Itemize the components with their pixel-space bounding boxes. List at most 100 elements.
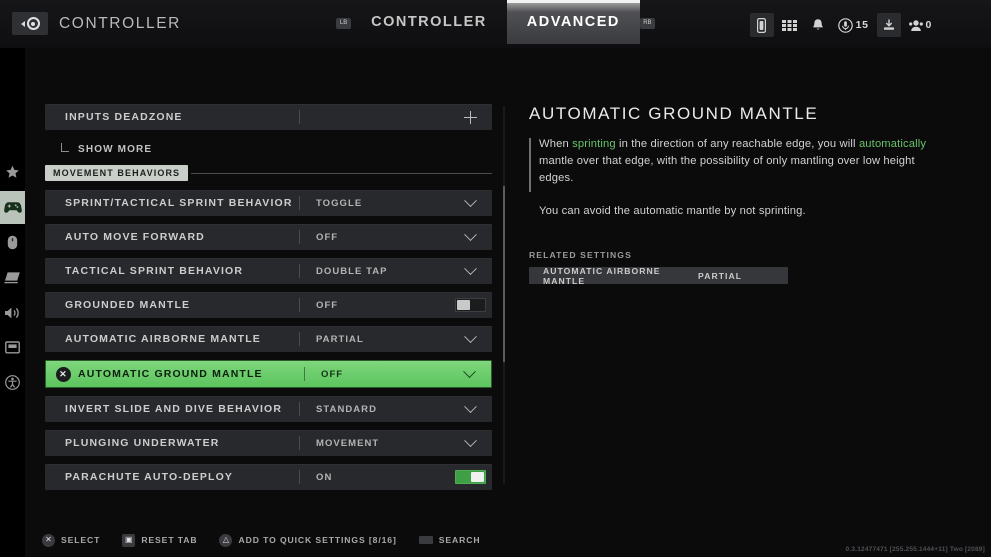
battery-icon[interactable] [749,13,774,37]
download-icon[interactable] [876,13,901,37]
button-touchpad-icon [418,536,433,544]
right-bumper-label: RB [643,20,652,26]
sidebar-item-accessibility[interactable] [0,366,25,399]
button-triangle-icon: △ [219,533,233,547]
top-bar: CONTROLLER LB CONTROLLER ADVANCED RB 15 … [0,0,991,48]
related-setting-value: PARTIAL [698,270,742,281]
setting-label: INVERT SLIDE AND DIVE BEHAVIOR [65,403,283,415]
tree-elbow-icon [61,143,69,152]
hint-search[interactable]: SEARCH [418,535,481,545]
hint-reset-tab[interactable]: ▣ RESET TAB [122,533,198,547]
microphone-icon[interactable]: 15 [834,13,873,37]
left-bumper-label: LB [339,20,348,26]
sidebar-item-keyboard[interactable] [0,261,25,294]
setting-value: OFF [316,299,339,311]
setting-value: ON [316,471,333,483]
setting-value: STANDARD [316,403,377,415]
section-header-movement-behaviors: MOVEMENT BEHAVIORS [45,165,492,181]
hint-select[interactable]: ✕ SELECT [42,533,101,547]
desc-text-a: When [539,138,573,150]
toggle-switch-off[interactable] [448,298,492,312]
detail-panel: AUTOMATIC GROUND MANTLE When sprinting i… [529,104,949,286]
setting-label: AUTOMATIC AIRBORNE MANTLE [65,333,261,345]
setting-row-invert-slide-and-dive-behavior[interactable]: INVERT SLIDE AND DIVE BEHAVIOR STANDARD [45,396,492,422]
setting-row-auto-move-forward[interactable]: AUTO MOVE FORWARD OFF [45,224,492,250]
chevron-down-icon[interactable] [448,329,492,344]
toggle-switch-on[interactable] [448,470,492,484]
setting-label: AUTOMATIC GROUND MANTLE [78,368,263,380]
select-button-icon[interactable]: ✕ [56,366,71,382]
right-bumper-icon: RB [639,17,655,29]
hint-label: RESET TAB [141,535,198,545]
sidebar-item-favorites[interactable] [0,156,25,189]
setting-value: PARTIAL [316,333,364,345]
row-divider [299,110,300,124]
grid-icon[interactable] [778,13,802,37]
setting-label-wrap: ✕ AUTOMATIC GROUND MANTLE [46,366,304,382]
chevron-down-icon[interactable] [448,433,492,448]
setting-label: AUTO MOVE FORWARD [65,231,205,243]
setting-row-grounded-mantle[interactable]: GROUNDED MANTLE OFF [45,292,492,318]
chevron-down-icon[interactable] [448,261,492,276]
setting-row-parachute-auto-deploy[interactable]: PARACHUTE AUTO-DEPLOY ON [45,464,492,490]
show-more-label: SHOW MORE [78,143,153,155]
setting-value: OFF [321,368,344,380]
hint-add-to-quick-settings[interactable]: △ ADD TO QUICK SETTINGS [8/16] [219,533,397,547]
sidebar-item-graphics[interactable] [0,331,25,364]
hint-label: ADD TO QUICK SETTINGS [8/16] [238,535,397,545]
setting-label: PARACHUTE AUTO-DEPLOY [65,471,234,483]
tab-controller[interactable]: CONTROLLER [351,0,507,44]
sidebar-item-controller[interactable] [0,191,25,224]
status-icon-tray: 15 0 [749,13,936,37]
setting-row-plunging-underwater[interactable]: PLUNGING UNDERWATER MOVEMENT [45,430,492,456]
setting-row-automatic-ground-mantle[interactable]: ✕ AUTOMATIC GROUND MANTLE OFF [45,360,492,388]
chevron-down-icon[interactable] [447,364,491,379]
setting-value: MOVEMENT [316,437,380,449]
sidebar-item-audio[interactable] [0,296,25,329]
left-bumper-icon: LB [336,17,352,29]
bell-icon[interactable] [806,13,830,37]
show-more-toggle[interactable]: SHOW MORE [45,138,492,160]
setting-label: GROUNDED MANTLE [65,299,191,311]
setting-label: SPRINT/TACTICAL SPRINT BEHAVIOR [65,197,293,209]
button-square-icon: ▣ [122,533,136,547]
related-setting-row[interactable]: AUTOMATIC AIRBORNE MANTLE PARTIAL [529,265,788,286]
detail-paragraph-2: You can avoid the automatic mantle by no… [539,205,806,217]
setting-row-tactical-sprint-behavior[interactable]: TACTICAL SPRINT BEHAVIOR DOUBLE TAP [45,258,492,284]
chevron-down-icon[interactable] [448,227,492,242]
setting-label: INPUTS DEADZONE [65,111,183,123]
detail-paragraph-1: When sprinting in the direction of any r… [539,136,949,187]
setting-value: DOUBLE TAP [316,265,388,277]
setting-label: TACTICAL SPRINT BEHAVIOR [65,265,244,277]
chevron-down-icon[interactable] [448,193,492,208]
setting-row-sprint-tactical-sprint-behavior[interactable]: SPRINT/TACTICAL SPRINT BEHAVIOR TOGGLE [45,190,492,216]
section-rule [191,172,492,174]
desc-text-c: mantle over that edge, with the possibil… [539,155,915,184]
hint-label: SEARCH [438,535,481,545]
setting-value: OFF [316,231,339,243]
settings-list: INPUTS DEADZONE SHOW MORE MOVEMENT BEHAV… [45,104,492,490]
setting-label: PLUNGING UNDERWATER [65,437,220,449]
sidebar-item-mouse[interactable] [0,226,25,259]
setting-row-inputs-deadzone[interactable]: INPUTS DEADZONE [45,104,492,130]
expand-plus-icon[interactable] [448,110,492,124]
microphone-count: 15 [855,19,869,31]
category-sidebar [0,48,25,557]
desc-text-b: in the direction of any reachable edge, … [615,138,859,150]
footer-hint-bar: ✕ SELECT ▣ RESET TAB △ ADD TO QUICK SETT… [0,523,991,557]
friends-icon[interactable]: 0 [905,13,936,37]
setting-row-automatic-airborne-mantle[interactable]: AUTOMATIC AIRBORNE MANTLE PARTIAL [45,326,492,352]
detail-title: AUTOMATIC GROUND MANTLE [529,104,819,123]
button-x-icon: ✕ [42,533,55,547]
desc-highlight-sprinting: sprinting [572,138,616,150]
desc-highlight-automatically: automatically [858,138,927,150]
related-setting-label: AUTOMATIC AIRBORNE MANTLE [543,265,661,286]
build-version-text: 0.3.12477471 [255.255.1444+11] Two [2089… [845,546,985,553]
friends-count: 0 [925,19,932,31]
list-scrollbar-thumb[interactable] [503,186,505,362]
section-label: MOVEMENT BEHAVIORS [45,165,189,181]
related-settings-heading: RELATED SETTINGS [529,250,632,260]
hint-label: SELECT [61,535,101,545]
tab-advanced[interactable]: ADVANCED [506,0,640,44]
chevron-down-icon[interactable] [448,399,492,414]
